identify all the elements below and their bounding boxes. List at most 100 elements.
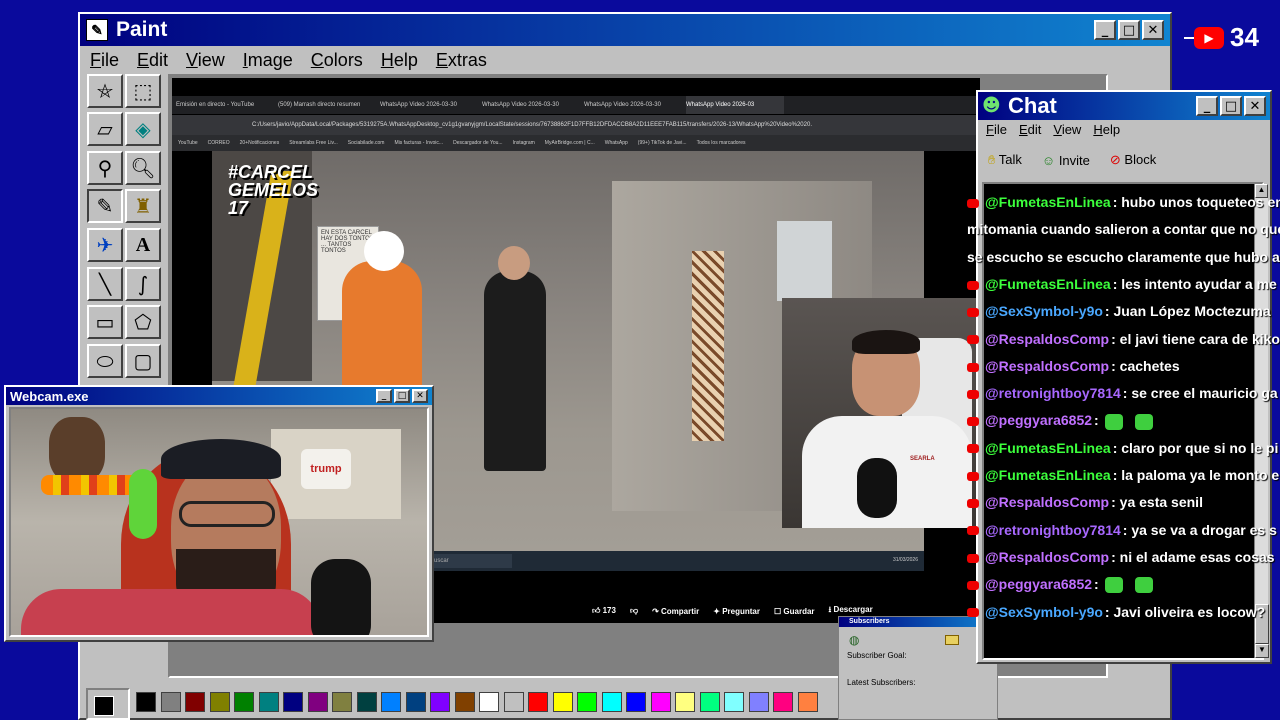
save-button[interactable]: ☐ Guardar (774, 607, 815, 616)
block-button[interactable]: ⊘ Block (1110, 152, 1156, 168)
palette-swatch[interactable] (626, 692, 646, 712)
chat-close-button[interactable]: ✕ (1244, 96, 1266, 116)
chat-maximize-button[interactable]: □ (1220, 96, 1242, 116)
palette-swatch[interactable] (503, 692, 524, 712)
palette-swatch[interactable] (699, 692, 720, 712)
maximize-button[interactable]: □ (1118, 20, 1140, 40)
chat-menu-help[interactable]: Help (1093, 122, 1120, 140)
bookmark[interactable]: Sociabilade.com (348, 135, 385, 151)
palette-swatch[interactable] (136, 692, 156, 712)
palette-swatch[interactable] (258, 692, 279, 712)
chat-username[interactable]: @retronightboy7814 (985, 385, 1121, 401)
chat-username[interactable]: @RespaldosComp (985, 331, 1109, 347)
browser-tab-active[interactable]: WhatsApp Video 2026-03 (686, 96, 784, 114)
ellipse-icon[interactable]: ⬭ (87, 344, 123, 378)
chat-username[interactable]: @SexSymbol-y9o (985, 604, 1103, 620)
chat-menu-view[interactable]: View (1053, 122, 1081, 140)
palette-swatch[interactable] (185, 692, 205, 712)
palette-swatch[interactable] (748, 692, 769, 712)
browser-tab[interactable]: Emisión en directo - YouTube (176, 96, 274, 114)
chat-username[interactable]: @FumetasEnLinea (985, 440, 1111, 456)
chat-menu-edit[interactable]: Edit (1019, 122, 1041, 140)
bookmark[interactable]: YouTube (178, 135, 198, 151)
thumbs-down-icon[interactable]: 👎︎ (630, 606, 638, 616)
bookmark[interactable]: Mis facturas - Invoic... (394, 135, 443, 151)
line-icon[interactable]: ╲ (87, 267, 123, 301)
current-colors[interactable] (86, 688, 130, 720)
bookmark[interactable]: Instagram (513, 135, 535, 151)
rectangle-icon[interactable]: ▭ (87, 305, 123, 339)
minimize-button[interactable]: _ (1094, 20, 1116, 40)
share-button[interactable]: ↷ Compartir (652, 607, 699, 616)
palette-swatch[interactable] (675, 692, 695, 712)
palette-swatch[interactable] (479, 692, 499, 712)
bookmark[interactable]: Todos los marcadores (697, 135, 746, 151)
eraser-icon[interactable]: ▱ (87, 112, 123, 146)
palette-swatch[interactable] (528, 692, 548, 712)
chat-menu-file[interactable]: File (986, 122, 1007, 140)
webcam-maximize-button[interactable]: □ (394, 389, 410, 403)
palette-swatch[interactable] (454, 692, 475, 712)
chat-username[interactable]: @peggyara6852 (985, 412, 1092, 428)
webcam-close-button[interactable]: ✕ (412, 389, 428, 403)
menu-help[interactable]: Help (381, 50, 418, 70)
magnifier-icon[interactable]: 🔍︎ (125, 151, 161, 185)
bookmark[interactable]: MyAirBridge.com | C... (545, 135, 595, 151)
palette-swatch[interactable] (283, 692, 303, 712)
menu-view[interactable]: View (186, 50, 225, 70)
scroll-down-icon[interactable]: ▼ (1255, 644, 1269, 658)
pencil-icon[interactable]: ✎ (87, 189, 123, 223)
palette-swatch[interactable] (307, 692, 328, 712)
browser-tab[interactable]: WhatsApp Video 2026-03-30 (380, 96, 478, 114)
address-bar[interactable]: C:/Users/javio/AppData/Local/Packages/53… (172, 115, 980, 135)
menu-image[interactable]: Image (243, 50, 293, 70)
chat-username[interactable]: @FumetasEnLinea (985, 276, 1111, 292)
palette-swatch[interactable] (209, 692, 230, 712)
brush-icon[interactable]: ♜ (125, 189, 161, 223)
chat-username[interactable]: @RespaldosComp (985, 549, 1109, 565)
chat-username[interactable]: @FumetasEnLinea (985, 194, 1111, 210)
fill-bucket-icon[interactable]: ◈ (125, 112, 161, 146)
chat-username[interactable]: @SexSymbol-y9o (985, 303, 1103, 319)
ask-button[interactable]: ✦ Preguntar (713, 607, 760, 616)
polygon-icon[interactable]: ⬠ (125, 305, 161, 339)
palette-swatch[interactable] (773, 692, 793, 712)
chat-username[interactable]: @FumetasEnLinea (985, 467, 1111, 483)
browser-tab[interactable]: (509) Marrash directo resumen (278, 96, 376, 114)
palette-swatch[interactable] (797, 692, 818, 712)
bookmark[interactable]: 20+Notificaciones (240, 135, 280, 151)
color-picker-icon[interactable]: ⚲ (87, 151, 123, 185)
palette-swatch[interactable] (430, 692, 450, 712)
chat-username[interactable]: @peggyara6852 (985, 576, 1092, 592)
bookmark[interactable]: Descargador de You... (453, 135, 502, 151)
like-button[interactable]: 👍︎ 173 (592, 606, 616, 616)
bookmark[interactable]: (99+) TikTok de Javi... (638, 135, 687, 151)
menu-extras[interactable]: Extras (436, 50, 487, 70)
browser-tab[interactable]: WhatsApp Video 2026-03-30 (482, 96, 580, 114)
talk-button[interactable]: ✋︎ Talk (988, 152, 1022, 168)
browser-tab[interactable]: WhatsApp Video 2026-03-30 (584, 96, 682, 114)
palette-swatch[interactable] (356, 692, 377, 712)
palette-swatch[interactable] (234, 692, 254, 712)
palette-swatch[interactable] (601, 692, 622, 712)
curve-icon[interactable]: ∫ (125, 267, 161, 301)
palette-swatch[interactable] (724, 692, 744, 712)
bookmark[interactable]: CORREO (208, 135, 230, 151)
bookmark[interactable]: WhatsApp (605, 135, 628, 151)
rect-select-icon[interactable]: ⬚ (125, 74, 161, 108)
chat-minimize-button[interactable]: _ (1196, 96, 1218, 116)
palette-swatch[interactable] (650, 692, 671, 712)
chat-username[interactable]: @RespaldosComp (985, 358, 1109, 374)
palette-swatch[interactable] (552, 692, 573, 712)
free-select-icon[interactable]: ⛤ (87, 74, 123, 108)
invite-button[interactable]: ☺ Invite (1042, 153, 1090, 168)
airbrush-icon[interactable]: ✈ (87, 228, 123, 262)
palette-swatch[interactable] (577, 692, 597, 712)
palette-swatch[interactable] (405, 692, 426, 712)
rounded-rect-icon[interactable]: ▢ (125, 344, 161, 378)
bookmark[interactable]: Streamlabs Free Liv... (289, 135, 338, 151)
palette-swatch[interactable] (332, 692, 352, 712)
palette-swatch[interactable] (160, 692, 181, 712)
palette-swatch[interactable] (381, 692, 401, 712)
chat-username[interactable]: @RespaldosComp (985, 494, 1109, 510)
